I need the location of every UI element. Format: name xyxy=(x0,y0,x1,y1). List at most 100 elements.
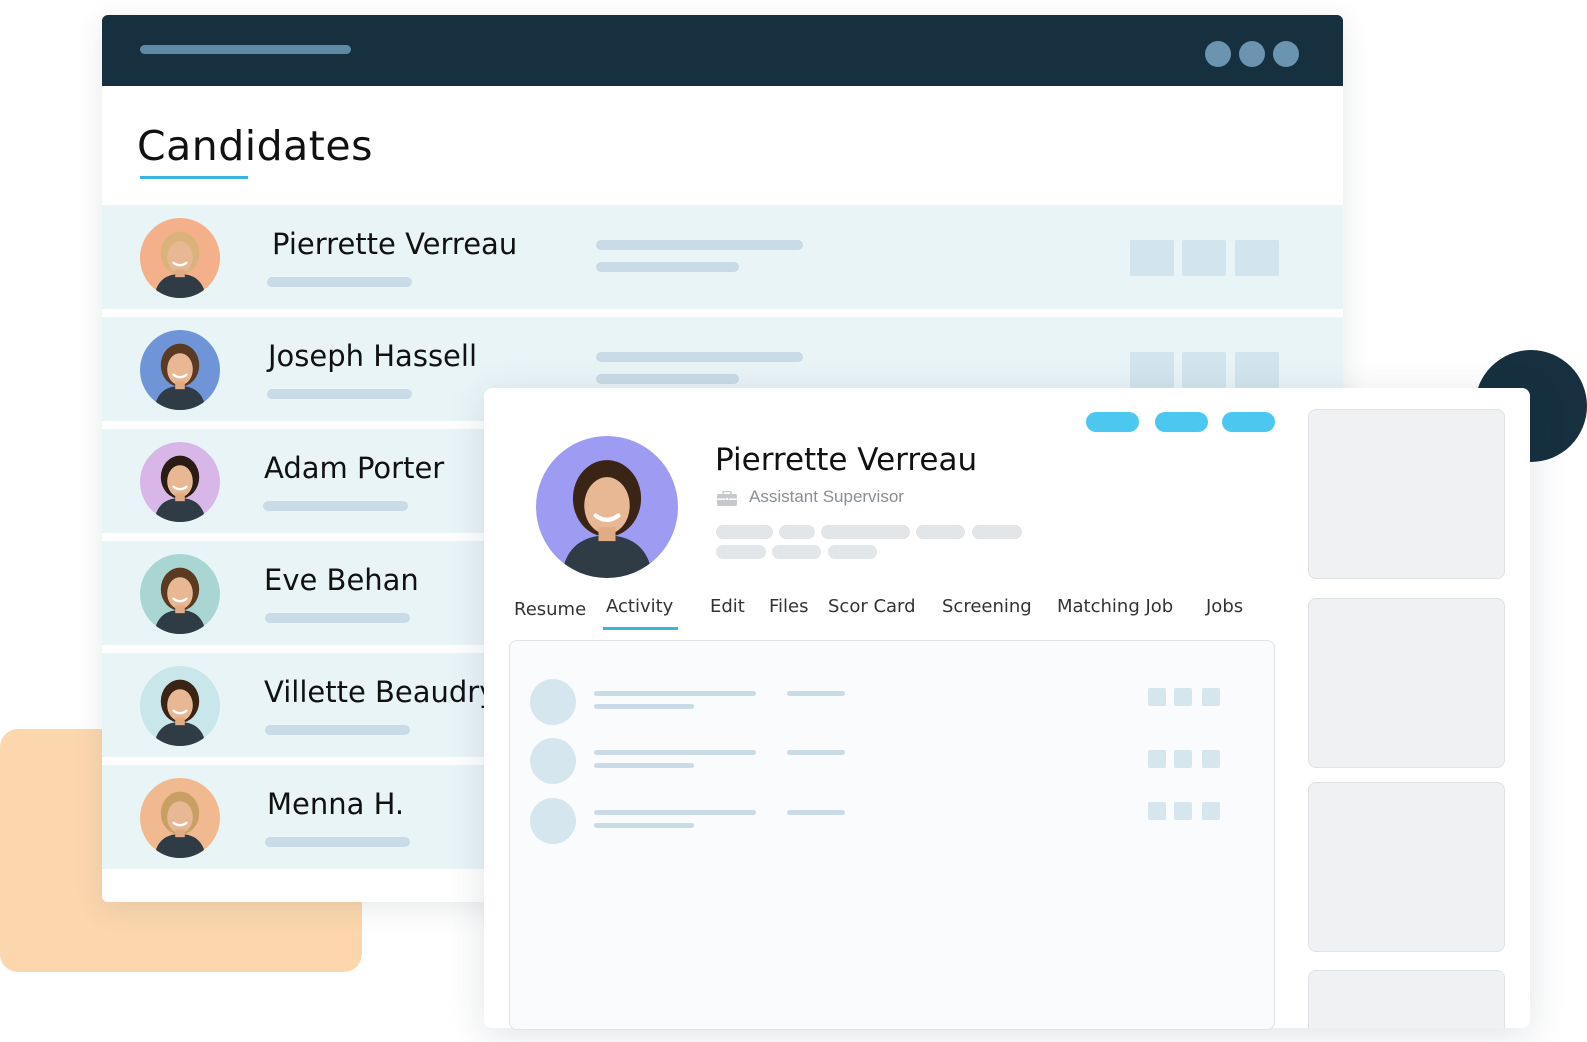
action-square-icon[interactable] xyxy=(1130,240,1174,276)
placeholder-line xyxy=(787,750,845,755)
candidate-name[interactable]: Eve Behan xyxy=(264,563,419,597)
placeholder-line xyxy=(265,837,410,847)
placeholder-line xyxy=(787,691,845,696)
placeholder-chip xyxy=(821,525,910,539)
placeholder-line xyxy=(594,810,756,815)
activity-avatar xyxy=(530,738,576,784)
tab-resume[interactable]: Resume xyxy=(514,599,586,620)
placeholder-chip xyxy=(828,545,877,559)
window-dot-icon[interactable] xyxy=(1273,41,1299,67)
action-pill-button[interactable] xyxy=(1222,412,1275,432)
person-icon xyxy=(140,554,220,634)
placeholder-line xyxy=(594,763,694,768)
avatar xyxy=(140,330,220,410)
placeholder-chip xyxy=(716,545,766,559)
person-icon xyxy=(536,436,678,578)
action-square-icon[interactable] xyxy=(1148,750,1166,768)
action-pill-button[interactable] xyxy=(1086,412,1139,432)
action-square-icon[interactable] xyxy=(1130,352,1174,388)
side-panel-tile[interactable] xyxy=(1308,598,1505,768)
placeholder-line xyxy=(596,262,739,272)
activity-panel xyxy=(509,640,1275,1030)
titlebar-placeholder-bar xyxy=(140,45,351,54)
placeholder-chip xyxy=(772,545,821,559)
action-pill-button[interactable] xyxy=(1155,412,1208,432)
candidate-row[interactable]: Pierrette Verreau xyxy=(102,205,1343,309)
action-square-icon[interactable] xyxy=(1148,688,1166,706)
side-panel-tile[interactable] xyxy=(1308,409,1505,579)
action-square-icon[interactable] xyxy=(1182,352,1226,388)
side-panel-tile[interactable] xyxy=(1308,782,1505,952)
profile-avatar xyxy=(536,436,678,578)
tab-scor-card[interactable]: Scor Card xyxy=(828,596,916,617)
activity-item[interactable] xyxy=(530,798,1250,844)
placeholder-line xyxy=(594,691,756,696)
tab-matching-job[interactable]: Matching Job xyxy=(1057,596,1173,617)
action-square-icon[interactable] xyxy=(1202,802,1220,820)
window-controls xyxy=(1205,41,1299,67)
placeholder-chip xyxy=(779,525,815,539)
stage: Candidates Pierrette Verreau Joseph Hass… xyxy=(0,0,1587,1042)
tab-edit[interactable]: Edit xyxy=(710,596,745,617)
tab-jobs[interactable]: Jobs xyxy=(1206,596,1243,617)
page-title: Candidates xyxy=(137,122,373,170)
placeholder-line xyxy=(596,352,803,362)
person-icon xyxy=(140,330,220,410)
candidate-profile-card: Pierrette Verreau Assistant Supervisor R… xyxy=(484,388,1530,1030)
person-icon xyxy=(140,218,220,298)
placeholder-line xyxy=(594,704,694,709)
side-panel-tile[interactable] xyxy=(1308,970,1505,1028)
title-underline xyxy=(140,176,248,179)
avatar xyxy=(140,218,220,298)
candidate-name[interactable]: Pierrette Verreau xyxy=(272,227,517,261)
activity-avatar xyxy=(530,798,576,844)
placeholder-line xyxy=(267,389,412,399)
tab-activity[interactable]: Activity xyxy=(606,596,673,617)
placeholder-line xyxy=(596,240,803,250)
action-square-icon[interactable] xyxy=(1182,240,1226,276)
person-icon xyxy=(140,442,220,522)
candidate-name[interactable]: Adam Porter xyxy=(264,451,444,485)
candidate-name[interactable]: Joseph Hassell xyxy=(268,339,477,373)
placeholder-line xyxy=(594,823,694,828)
profile-tabs: Resume Activity Edit Files Scor Card Scr… xyxy=(514,596,1274,630)
placeholder-line xyxy=(263,501,408,511)
activity-avatar xyxy=(530,679,576,725)
placeholder-line xyxy=(787,810,845,815)
action-square-icon[interactable] xyxy=(1174,688,1192,706)
avatar xyxy=(140,442,220,522)
action-square-icon[interactable] xyxy=(1202,750,1220,768)
placeholder-chip xyxy=(972,525,1022,539)
profile-name: Pierrette Verreau xyxy=(715,442,978,478)
window-titlebar xyxy=(102,15,1343,86)
candidate-name[interactable]: Villette Beaudry xyxy=(264,675,496,709)
activity-item[interactable] xyxy=(530,679,1250,725)
active-tab-indicator xyxy=(603,627,678,630)
placeholder-line xyxy=(267,277,412,287)
activity-item[interactable] xyxy=(530,738,1250,784)
candidate-name[interactable]: Menna H. xyxy=(267,787,404,821)
action-square-icon[interactable] xyxy=(1174,802,1192,820)
briefcase-icon xyxy=(717,491,737,506)
action-square-icon[interactable] xyxy=(1235,352,1279,388)
window-dot-icon[interactable] xyxy=(1239,41,1265,67)
placeholder-line xyxy=(265,613,410,623)
person-icon xyxy=(140,778,220,858)
avatar xyxy=(140,666,220,746)
placeholder-chip xyxy=(916,525,965,539)
action-square-icon[interactable] xyxy=(1174,750,1192,768)
avatar xyxy=(140,778,220,858)
placeholder-line xyxy=(596,374,739,384)
avatar xyxy=(140,554,220,634)
action-square-icon[interactable] xyxy=(1202,688,1220,706)
action-square-icon[interactable] xyxy=(1148,802,1166,820)
placeholder-chip xyxy=(716,525,773,539)
placeholder-line xyxy=(265,725,410,735)
action-square-icon[interactable] xyxy=(1235,240,1279,276)
profile-role: Assistant Supervisor xyxy=(749,487,904,506)
tab-screening[interactable]: Screening xyxy=(942,596,1032,617)
window-dot-icon[interactable] xyxy=(1205,41,1231,67)
placeholder-line xyxy=(594,750,756,755)
tab-files[interactable]: Files xyxy=(769,596,809,617)
person-icon xyxy=(140,666,220,746)
